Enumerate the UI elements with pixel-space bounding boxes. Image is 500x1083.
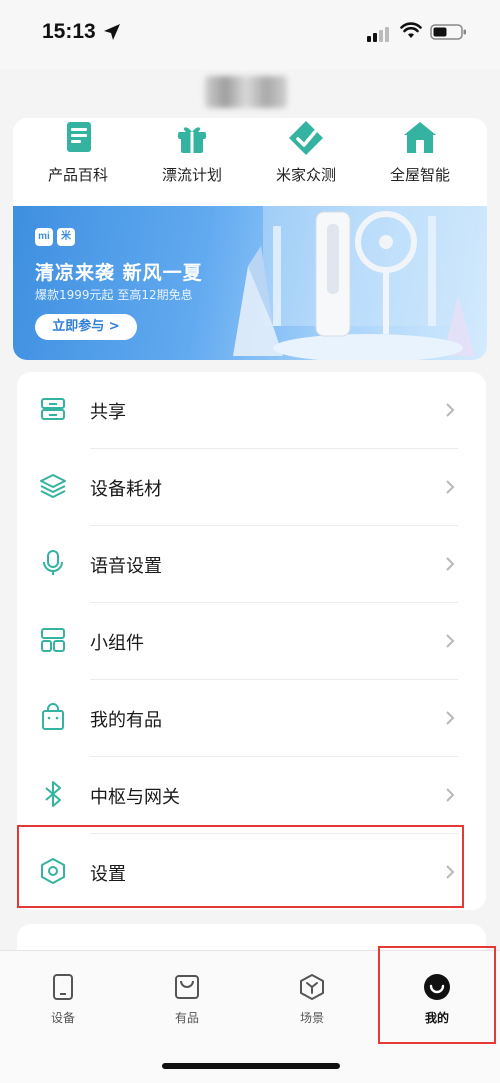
- nav-tab-scenes[interactable]: 场景: [267, 973, 357, 1026]
- device-icon: [53, 974, 73, 1000]
- profile-icon: [424, 974, 450, 1000]
- menu-item-voice-settings[interactable]: 语音设置: [17, 526, 486, 603]
- menu-item-label: 设备耗材: [90, 479, 162, 500]
- menu-item-label: 中枢与网关: [90, 787, 180, 808]
- quick-entry-encyclopedia[interactable]: 产品百科: [21, 118, 135, 198]
- chevron-right-icon: [446, 480, 455, 494]
- banner-title: 清凉来袭 新风一夏: [35, 262, 203, 284]
- menu-item-label: 语音设置: [90, 556, 162, 577]
- battery-icon: [430, 24, 466, 40]
- chevron-right-icon: [446, 788, 455, 802]
- blurred-username: [205, 76, 287, 108]
- chevron-right-icon: [446, 634, 455, 648]
- menu-item-widgets[interactable]: 小组件: [17, 603, 486, 680]
- menu-item-label: 小组件: [90, 633, 144, 654]
- microphone-icon: [43, 550, 63, 575]
- menu-item-consumables[interactable]: 设备耗材: [17, 449, 486, 526]
- join-now-button[interactable]: 立即参与 >: [35, 314, 137, 340]
- banner-fan-illustration: [233, 206, 475, 360]
- scene-icon: [300, 974, 324, 1000]
- smart-home-icon: [404, 122, 436, 153]
- quick-entry-mijia-test[interactable]: 米家众测: [249, 118, 363, 198]
- chevron-right-icon: [446, 865, 455, 879]
- nav-label: 有品: [174, 1011, 199, 1025]
- chevron-right-icon: [446, 711, 455, 725]
- status-bar: 15:13: [0, 0, 500, 70]
- nav-label: 场景: [299, 1011, 324, 1025]
- quick-entry-label: 产品百科: [47, 166, 108, 184]
- promo-banner[interactable]: mi 米 清凉来袭 新风一夏 爆款1999元起 至高12期免息 立即参与 >: [13, 206, 487, 360]
- home-indicator: [162, 1063, 340, 1069]
- nav-tab-mine[interactable]: 我的: [392, 973, 482, 1026]
- menu-item-share[interactable]: 共享: [17, 372, 486, 449]
- chevron-right-icon: [446, 403, 455, 417]
- bluetooth-icon: [45, 781, 61, 807]
- nav-label: 设备: [50, 1011, 75, 1025]
- nav-label: 我的: [424, 1011, 449, 1025]
- shopping-bag-icon: [42, 703, 64, 730]
- gift-icon: [178, 127, 206, 153]
- quick-entry-label: 全屋智能: [389, 166, 450, 184]
- menu-card: 共享 设备耗材 语音设置 小组件 我的有品 中枢与网关 设置: [17, 372, 486, 910]
- quick-entry-drift-plan[interactable]: 漂流计划: [135, 118, 249, 198]
- hexagon-settings-icon: [41, 858, 65, 884]
- menu-item-settings[interactable]: 设置: [17, 834, 486, 911]
- nav-tab-youpin[interactable]: 有品: [142, 973, 232, 1026]
- youpin-icon: [175, 975, 199, 999]
- top-card: 产品百科 漂流计划 米家众测 全屋智能 mi 米 清凉来袭 新风一夏 爆款199…: [13, 118, 487, 360]
- wifi-icon: [400, 22, 422, 38]
- mi-logo: mi: [35, 228, 53, 246]
- banner-subtitle: 爆款1999元起 至高12期免息: [35, 288, 193, 302]
- share-icon: [41, 398, 65, 420]
- encyclopedia-icon: [67, 122, 91, 152]
- mijia-logo: 米: [57, 228, 75, 246]
- quick-entry-label: 漂流计划: [161, 166, 222, 184]
- menu-item-label: 设置: [90, 864, 126, 885]
- test-tag-icon: [289, 121, 323, 155]
- location-arrow-icon: [104, 24, 120, 40]
- chevron-right-icon: [446, 557, 455, 571]
- widget-icon: [41, 628, 65, 652]
- layers-icon: [40, 474, 66, 498]
- quick-entry-label: 米家众测: [275, 166, 336, 184]
- quick-entry-whole-home[interactable]: 全屋智能: [363, 118, 477, 198]
- menu-item-my-youpin[interactable]: 我的有品: [17, 680, 486, 757]
- menu-item-label: 我的有品: [90, 710, 162, 731]
- menu-item-label: 共享: [90, 402, 126, 423]
- menu-item-hub-gateway[interactable]: 中枢与网关: [17, 757, 486, 834]
- cellular-signal-icon: [367, 27, 389, 42]
- banner-logos: mi 米: [35, 224, 79, 246]
- status-time: 15:13: [42, 20, 96, 43]
- nav-tab-devices[interactable]: 设备: [18, 973, 108, 1026]
- quick-entry-row: 产品百科 漂流计划 米家众测 全屋智能: [13, 118, 487, 198]
